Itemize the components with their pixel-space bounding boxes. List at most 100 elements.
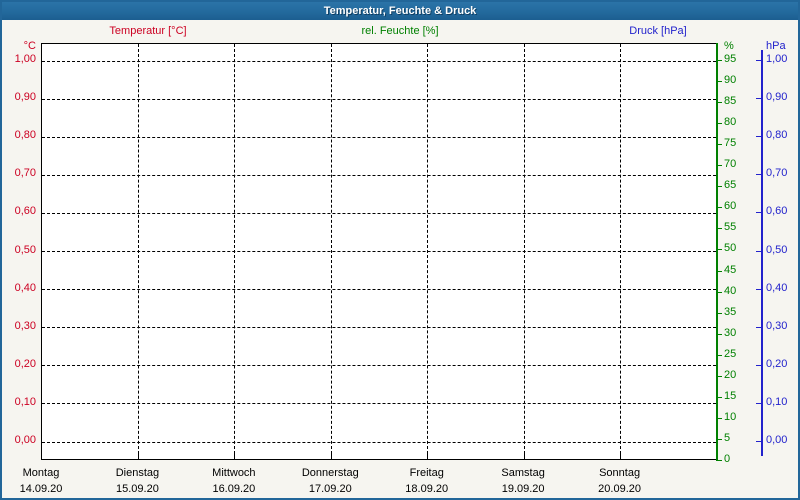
humidity-tick-label: 90 [724, 74, 736, 87]
pressure-axis-tick [756, 403, 762, 404]
humidity-axis-tick [716, 313, 722, 314]
humidity-tick-label: 75 [724, 137, 736, 150]
grid-line-vertical [620, 44, 621, 459]
humidity-tick-label: 85 [724, 95, 736, 108]
humidity-tick-label: 45 [724, 264, 736, 277]
temperature-tick-label: 0,50 [15, 244, 36, 257]
humidity-tick-label: 30 [724, 327, 736, 340]
grid-line-horizontal [42, 251, 716, 252]
pressure-axis-tick [756, 98, 762, 99]
grid-line-vertical [234, 44, 235, 459]
pressure-axis-tick [756, 365, 762, 366]
temperature-tick-label: 0,40 [15, 282, 36, 295]
humidity-tick-label: 25 [724, 348, 736, 361]
date-label: 19.09.20 [502, 483, 545, 496]
grid-line-horizontal [42, 327, 716, 328]
pressure-axis-tick [756, 212, 762, 213]
humidity-tick-label: 20 [724, 369, 736, 382]
weekday-label: Mittwoch [212, 467, 255, 480]
humidity-tick-label: 60 [724, 200, 736, 213]
humidity-axis-tick [716, 460, 722, 461]
pressure-axis-tick [756, 289, 762, 290]
temperature-tick-label: 0,00 [15, 434, 36, 447]
grid-line-horizontal [42, 403, 716, 404]
pressure-axis-tick [756, 174, 762, 175]
date-label: 18.09.20 [405, 483, 448, 496]
weekday-label: Samstag [501, 467, 544, 480]
date-label: 14.09.20 [20, 483, 63, 496]
pressure-tick-label: 0,20 [766, 358, 787, 371]
pressure-axis-tick [756, 327, 762, 328]
temperature-tick-label: 0,10 [15, 396, 36, 409]
legend-humidity: rel. Feuchte [%] [361, 25, 438, 37]
temperature-tick-label: 0,30 [15, 320, 36, 333]
grid-line-vertical [331, 44, 332, 459]
weekday-label: Sonntag [599, 467, 640, 480]
grid-line-horizontal [42, 175, 716, 176]
day-axis-tick [138, 453, 139, 459]
day-axis-tick [234, 453, 235, 459]
grid-line-vertical [524, 44, 525, 459]
humidity-tick-label: 95 [724, 53, 736, 66]
pressure-tick-label: 0,00 [766, 434, 787, 447]
chart-window: Temperatur, Feuchte & Druck Temperatur [… [0, 0, 800, 500]
pressure-tick-label: 0,70 [766, 167, 787, 180]
weekday-label: Dienstag [116, 467, 159, 480]
date-label: 20.09.20 [598, 483, 641, 496]
humidity-tick-label: 50 [724, 242, 736, 255]
humidity-tick-label: 65 [724, 179, 736, 192]
humidity-axis-tick [716, 376, 722, 377]
pressure-tick-label: 0,30 [766, 320, 787, 333]
humidity-axis-tick [716, 165, 722, 166]
grid-line-vertical [138, 44, 139, 459]
humidity-tick-label: 15 [724, 390, 736, 403]
temperature-axis-unit: °C [24, 40, 36, 53]
humidity-axis-tick [716, 81, 722, 82]
humidity-axis-tick [716, 207, 722, 208]
humidity-axis-tick [716, 123, 722, 124]
weekday-label: Donnerstag [302, 467, 359, 480]
temperature-tick-label: 0,60 [15, 205, 36, 218]
humidity-axis-tick [716, 102, 722, 103]
day-axis-tick [331, 453, 332, 459]
humidity-axis-tick [716, 228, 722, 229]
pressure-axis-unit: hPa [766, 40, 786, 53]
temperature-tick-label: 1,00 [15, 53, 36, 66]
humidity-axis-tick [716, 334, 722, 335]
temperature-tick-label: 0,90 [15, 91, 36, 104]
date-label: 15.09.20 [116, 483, 159, 496]
humidity-axis-tick [716, 397, 722, 398]
humidity-tick-label: 5 [724, 432, 730, 445]
pressure-axis-line [761, 50, 763, 456]
pressure-axis-tick [756, 136, 762, 137]
day-axis-tick [427, 453, 428, 459]
grid-line-horizontal [42, 99, 716, 100]
humidity-axis-tick [716, 292, 722, 293]
humidity-tick-label: 80 [724, 116, 736, 129]
grid-line-horizontal [42, 213, 716, 214]
grid-line-vertical [427, 44, 428, 459]
humidity-axis-tick [716, 144, 722, 145]
humidity-axis-tick [716, 355, 722, 356]
humidity-tick-label: 10 [724, 411, 736, 424]
pressure-tick-label: 0,60 [766, 205, 787, 218]
plot-area[interactable] [41, 43, 716, 460]
grid-line-horizontal [42, 137, 716, 138]
temperature-tick-label: 0,20 [15, 358, 36, 371]
humidity-axis-unit: % [724, 40, 734, 53]
pressure-tick-label: 1,00 [766, 53, 787, 66]
grid-line-horizontal [42, 289, 716, 290]
pressure-tick-label: 0,90 [766, 91, 787, 104]
grid-line-horizontal [42, 365, 716, 366]
temperature-tick-label: 0,80 [15, 129, 36, 142]
legend-pressure: Druck [hPa] [629, 25, 686, 37]
pressure-tick-label: 0,80 [766, 129, 787, 142]
temperature-tick-label: 0,70 [15, 167, 36, 180]
chart-panel: Temperatur [°C] rel. Feuchte [%] Druck [… [2, 2, 798, 498]
humidity-axis-tick [716, 271, 722, 272]
humidity-tick-label: 40 [724, 285, 736, 298]
humidity-tick-label: 55 [724, 221, 736, 234]
pressure-axis-tick [756, 60, 762, 61]
weekday-label: Montag [23, 467, 60, 480]
pressure-axis-tick [756, 251, 762, 252]
